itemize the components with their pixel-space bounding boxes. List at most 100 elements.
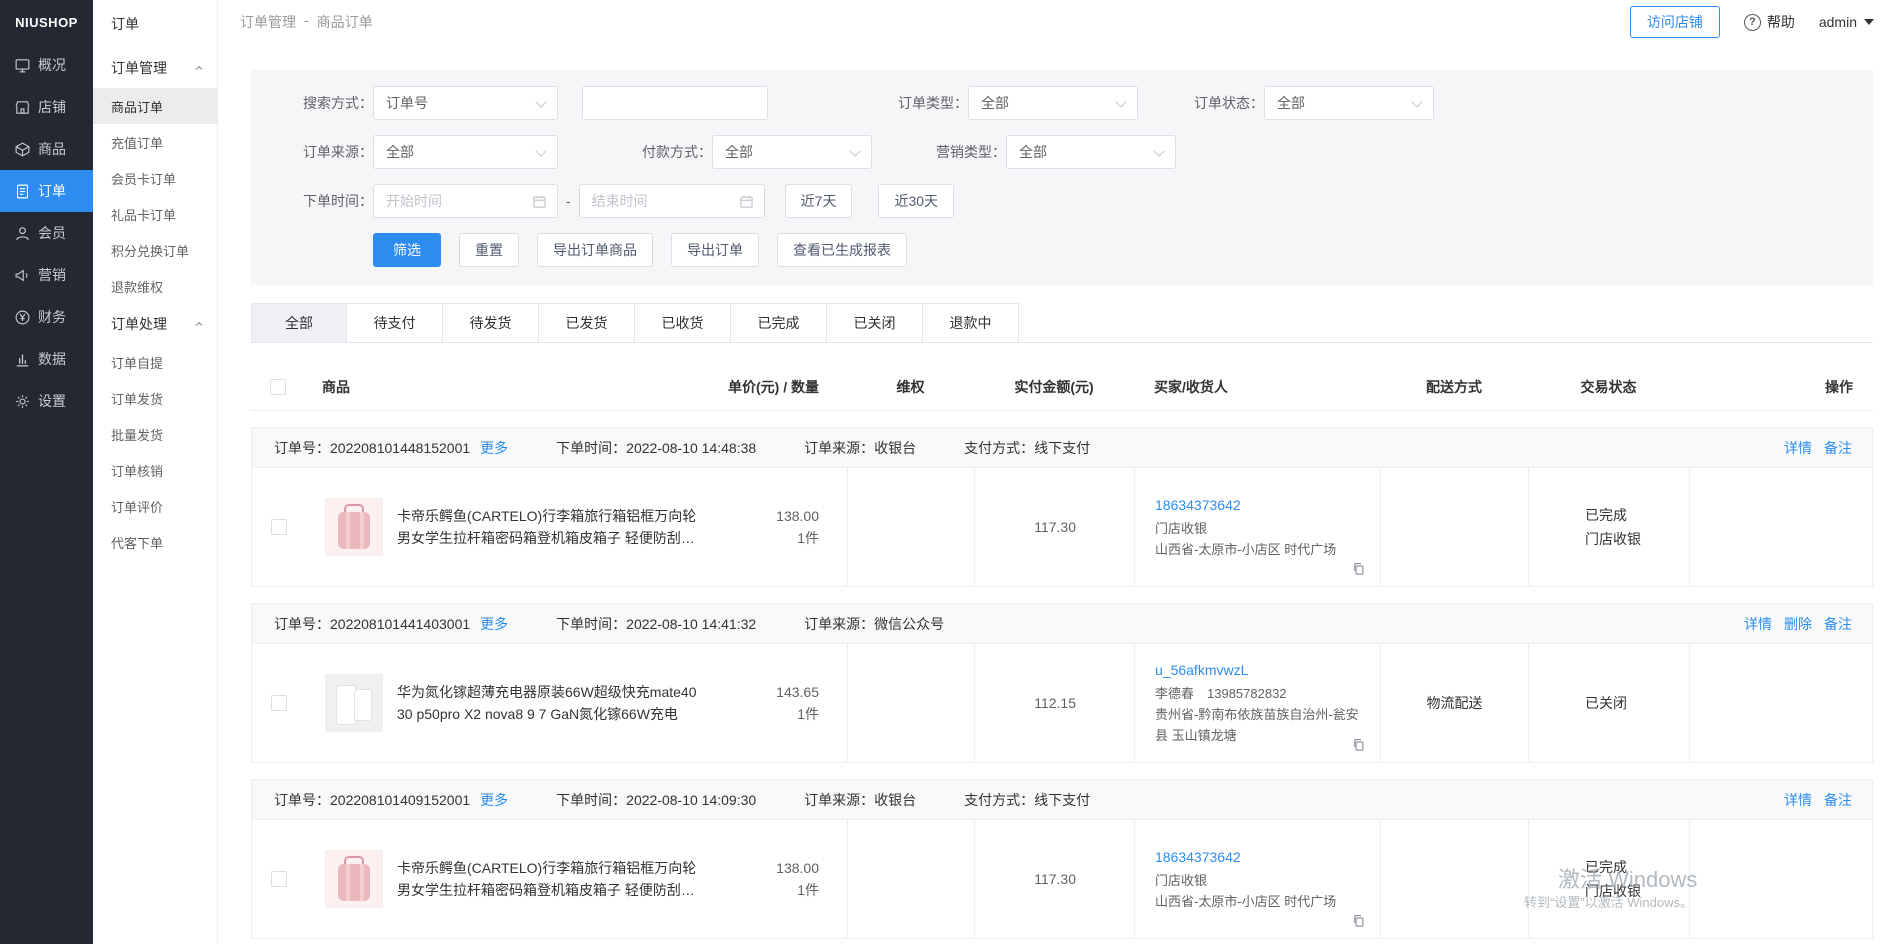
sidebar-item-goods[interactable]: 商品: [0, 128, 93, 170]
sub-sidebar: 订单 订单管理 商品订单 充值订单 会员卡订单 礼品卡订单 积分兑换订单 退款维…: [93, 0, 218, 944]
row-checkbox[interactable]: [271, 519, 287, 535]
order-time: 下单时间：2022-08-10 14:09:30: [556, 790, 756, 810]
submenu-item-order-delivery[interactable]: 订单发货: [93, 380, 217, 416]
chevron-up-icon: [193, 318, 205, 330]
sidebar-item-settings[interactable]: 设置: [0, 380, 93, 422]
paid-amount: 117.30: [975, 820, 1135, 938]
marketing-type-select[interactable]: 全部: [1006, 135, 1176, 169]
order-number-label: 订单号：: [274, 792, 330, 808]
detail-link[interactable]: 详情: [1784, 438, 1812, 458]
settings-icon: [14, 393, 31, 410]
sidebar-item-orders[interactable]: 订单: [0, 170, 93, 212]
buyer-link[interactable]: u_56afkmvwzL: [1155, 660, 1364, 681]
sidebar-item-label: 概况: [38, 55, 66, 75]
trade-status-detail: 门店收银: [1585, 879, 1689, 903]
submenu-item-self-pickup[interactable]: 订单自提: [93, 344, 217, 380]
order-group: 订单号：202208101409152001更多 下单时间：2022-08-10…: [251, 779, 1873, 939]
sidebar-item-data[interactable]: 数据: [0, 338, 93, 380]
order-number-value: 202208101448152001: [330, 440, 470, 456]
visit-shop-button[interactable]: 访问店铺: [1630, 6, 1720, 38]
submenu-item-recharge-orders[interactable]: 充值订单: [93, 124, 217, 160]
order-status-tabs: 全部 待支付 待发货 已发货 已收货 已完成 已关闭 退款中: [251, 303, 1873, 343]
product-image: [325, 674, 383, 732]
paid-amount-value: 117.30: [975, 871, 1076, 887]
row-checkbox[interactable]: [271, 871, 287, 887]
select-all-checkbox[interactable]: [270, 379, 286, 395]
copy-address-icon[interactable]: [1351, 561, 1366, 576]
order-row: 卡帝乐鳄鱼(CARTELO)行李箱旅行箱铝框万向轮男女学生拉杆箱密码箱登机箱皮箱…: [252, 468, 1872, 586]
tab-shipped[interactable]: 已发货: [539, 303, 635, 343]
row-checkbox[interactable]: [271, 695, 287, 711]
more-link[interactable]: 更多: [480, 792, 508, 808]
sidebar-item-members[interactable]: 会员: [0, 212, 93, 254]
tab-received[interactable]: 已收货: [635, 303, 731, 343]
tab-all[interactable]: 全部: [251, 303, 347, 343]
end-date-input[interactable]: 结束时间: [579, 184, 765, 218]
order-source-select[interactable]: 全部: [373, 135, 558, 169]
export-order-button[interactable]: 导出订单: [671, 233, 759, 267]
paid-amount-value: 117.30: [975, 519, 1076, 535]
submenu-item-refund[interactable]: 退款维权: [93, 268, 217, 304]
unit-price: 143.65: [709, 681, 819, 703]
tab-refunding[interactable]: 退款中: [923, 303, 1019, 343]
tab-pending-shipment[interactable]: 待发货: [443, 303, 539, 343]
submenu-item-batch-delivery[interactable]: 批量发货: [93, 416, 217, 452]
copy-address-icon[interactable]: [1351, 737, 1366, 752]
help-button[interactable]: ? 帮助: [1744, 12, 1795, 32]
copy-address-icon[interactable]: [1351, 913, 1366, 928]
last-30-days-button[interactable]: 近30天: [878, 184, 954, 218]
submenu-item-order-verify[interactable]: 订单核销: [93, 452, 217, 488]
trade-status: 已完成: [1585, 855, 1689, 879]
tab-pending-payment[interactable]: 待支付: [347, 303, 443, 343]
submenu-item-proxy-order[interactable]: 代客下单: [93, 524, 217, 560]
breadcrumb-item: 订单管理: [240, 12, 296, 32]
delete-link[interactable]: 删除: [1784, 614, 1812, 634]
remark-link[interactable]: 备注: [1824, 614, 1852, 634]
filter-button[interactable]: 筛选: [373, 233, 441, 267]
order-time-label: 下单时间：: [556, 792, 626, 808]
start-date-input[interactable]: 开始时间: [373, 184, 558, 218]
status-cell: 已完成 门店收银: [1529, 820, 1690, 938]
more-link[interactable]: 更多: [480, 616, 508, 632]
submenu-group-order-manage[interactable]: 订单管理: [93, 48, 217, 88]
order-type-select[interactable]: 全部: [968, 86, 1138, 120]
member-icon: [14, 225, 31, 242]
remark-link[interactable]: 备注: [1824, 790, 1852, 810]
tab-completed[interactable]: 已完成: [731, 303, 827, 343]
last-7-days-button[interactable]: 近7天: [785, 184, 853, 218]
more-link[interactable]: 更多: [480, 440, 508, 456]
user-menu[interactable]: admin: [1819, 14, 1874, 30]
sidebar-item-finance[interactable]: 财务: [0, 296, 93, 338]
detail-link[interactable]: 详情: [1784, 790, 1812, 810]
sidebar-item-shop[interactable]: 店铺: [0, 86, 93, 128]
buyer-link[interactable]: 18634373642: [1155, 847, 1364, 868]
sidebar-item-label: 营销: [38, 265, 66, 285]
submenu-item-goods-orders[interactable]: 商品订单: [93, 88, 217, 124]
calendar-icon: [532, 194, 547, 209]
detail-link[interactable]: 详情: [1744, 614, 1772, 634]
unit-price: 138.00: [709, 505, 819, 527]
order-status-select[interactable]: 全部: [1264, 86, 1434, 120]
sidebar-item-overview[interactable]: 概况: [0, 44, 93, 86]
keyword-input[interactable]: [582, 86, 768, 120]
order-pay-method: 支付方式：线下支付: [964, 438, 1090, 458]
product-title: 华为氮化镓超薄充电器原装66W超级快充mate40 30 p50pro X2 n…: [397, 681, 699, 725]
sidebar-item-marketing[interactable]: 营销: [0, 254, 93, 296]
tab-closed[interactable]: 已关闭: [827, 303, 923, 343]
select-value: 全部: [1019, 142, 1047, 162]
pay-type-select[interactable]: 全部: [712, 135, 872, 169]
view-report-button[interactable]: 查看已生成报表: [777, 233, 907, 267]
date-placeholder: 结束时间: [592, 191, 648, 211]
submenu-item-order-review[interactable]: 订单评价: [93, 488, 217, 524]
buyer-link[interactable]: 18634373642: [1155, 495, 1364, 516]
buyer-name: 门店收银: [1155, 870, 1364, 891]
buyer-address: 山西省-太原市-小店区 时代广场: [1155, 539, 1364, 560]
reset-button[interactable]: 重置: [459, 233, 519, 267]
submenu-item-points-orders[interactable]: 积分兑换订单: [93, 232, 217, 268]
submenu-item-membercard-orders[interactable]: 会员卡订单: [93, 160, 217, 196]
remark-link[interactable]: 备注: [1824, 438, 1852, 458]
search-type-select[interactable]: 订单号: [373, 86, 558, 120]
submenu-group-order-process[interactable]: 订单处理: [93, 304, 217, 344]
submenu-item-giftcard-orders[interactable]: 礼品卡订单: [93, 196, 217, 232]
export-order-goods-button[interactable]: 导出订单商品: [537, 233, 653, 267]
